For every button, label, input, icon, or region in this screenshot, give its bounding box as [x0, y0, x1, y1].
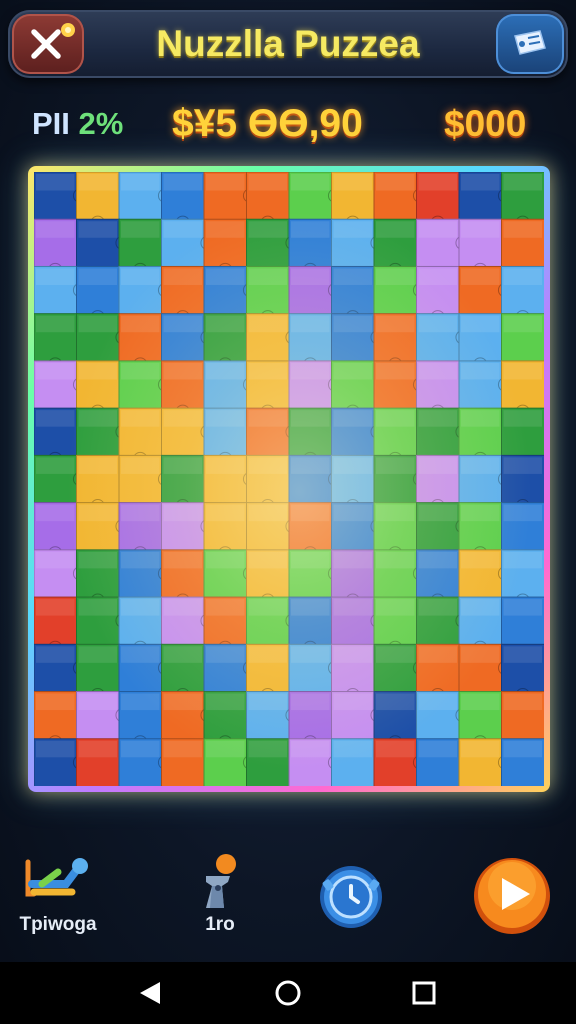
progress-stat: PII 2% — [32, 96, 123, 152]
shuffle-label: Tpiwoga — [19, 914, 97, 935]
puzzle-piece[interactable] — [161, 738, 205, 786]
hint-tool-button[interactable]: 1ro — [180, 848, 260, 948]
game-title: Nuzzlla Puzzea — [156, 23, 420, 64]
nav-recent-button[interactable] — [409, 978, 439, 1008]
puzzle-piece[interactable] — [501, 691, 545, 740]
ticket-button[interactable] — [496, 14, 564, 74]
puzzle-piece[interactable] — [501, 738, 545, 786]
close-x-icon — [31, 23, 75, 59]
system-nav-bar — [0, 962, 576, 1024]
play-button[interactable] — [472, 856, 552, 936]
progress-value: 2% — [78, 106, 124, 141]
back-triangle-icon — [140, 982, 160, 1004]
puzzle-piece[interactable] — [501, 218, 545, 268]
top-bar: Nuzzlla Puzzea — [8, 10, 568, 78]
home-circle-icon — [275, 980, 301, 1006]
game-screen: Nuzzlla Puzzea PII 2% $¥5 ӨӨ,90 $000 Tpi… — [0, 0, 576, 1024]
play-icon — [474, 858, 550, 934]
close-button[interactable] — [12, 14, 84, 74]
shuffle-tool-button[interactable]: Tpiwoga — [12, 852, 104, 948]
hint-figure-icon — [206, 854, 236, 908]
timer-clock-icon — [320, 866, 382, 928]
shuffle-seat-icon — [25, 858, 88, 897]
hint-label: 1ro — [205, 914, 235, 935]
recent-square-icon — [412, 981, 436, 1005]
puzzle-piece[interactable] — [501, 313, 545, 362]
puzzle-grid[interactable] — [34, 172, 544, 786]
puzzle-piece[interactable] — [501, 407, 545, 457]
puzzle-piece[interactable] — [331, 738, 375, 786]
nav-back-button[interactable] — [136, 978, 166, 1008]
puzzle-piece[interactable] — [501, 502, 545, 551]
puzzle-piece[interactable] — [76, 738, 120, 786]
nav-home-button[interactable] — [273, 978, 303, 1008]
puzzle-piece[interactable] — [416, 738, 460, 786]
timer-button[interactable] — [318, 864, 384, 930]
puzzle-piece[interactable] — [246, 738, 290, 786]
puzzle-board[interactable] — [34, 172, 544, 786]
score-counter: $¥5 ӨӨ,90 — [172, 102, 363, 145]
progress-prefix: PII — [32, 106, 70, 141]
ticket-icon — [514, 30, 546, 55]
puzzle-piece[interactable] — [501, 596, 545, 646]
coin-counter: $000 — [444, 103, 527, 144]
